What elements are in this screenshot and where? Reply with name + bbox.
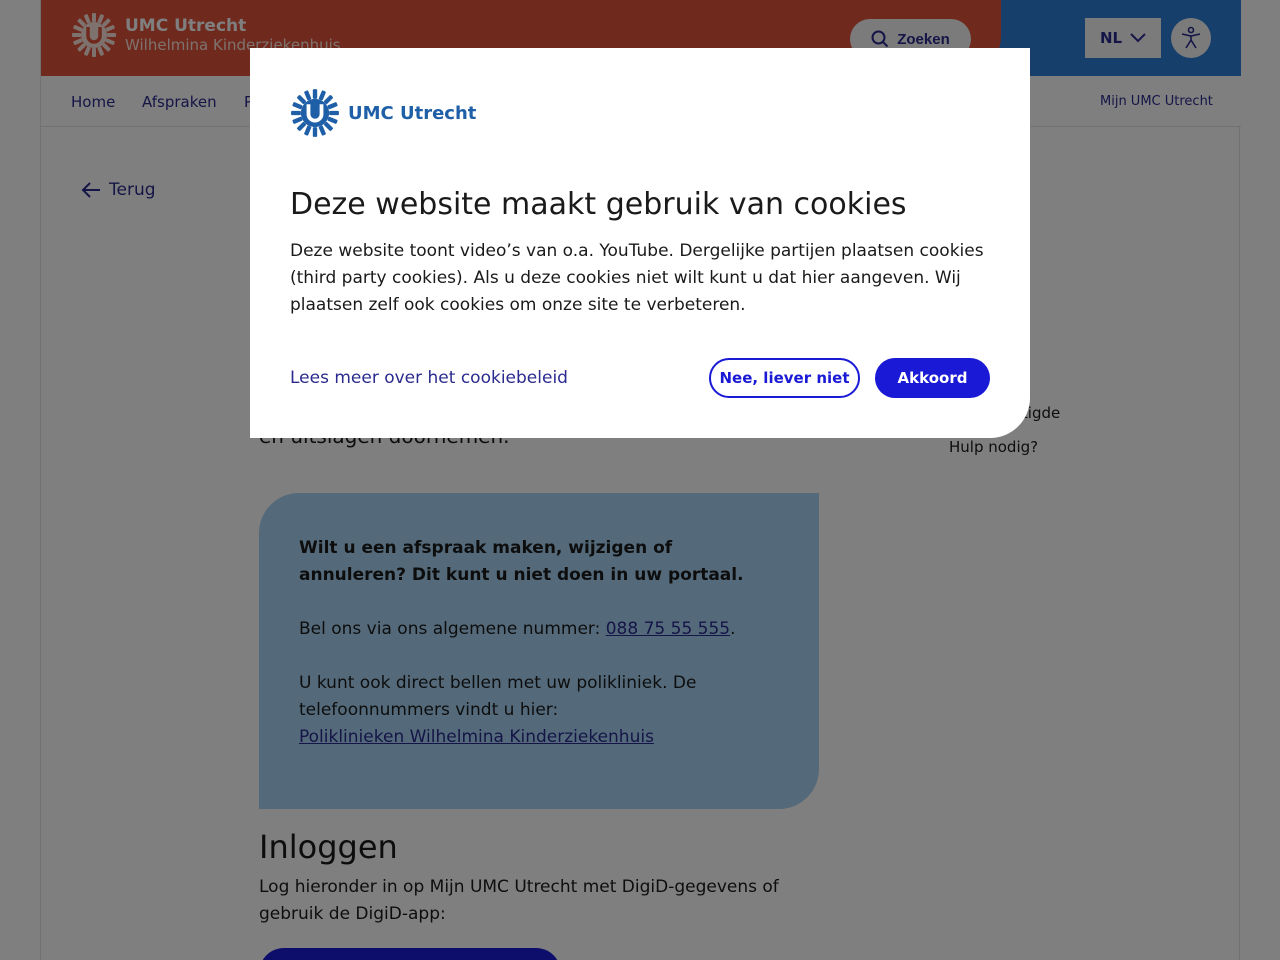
modal-text: Deze website toont video’s van o.a. YouT… bbox=[290, 241, 984, 315]
modal-brand: UMC Utrecht bbox=[348, 102, 477, 124]
decline-cookies-button[interactable]: Nee, liever niet bbox=[709, 358, 860, 398]
umc-sun-logo-icon bbox=[291, 89, 339, 137]
modal-logo: UMC Utrecht bbox=[290, 88, 990, 138]
accept-cookies-button[interactable]: Akkoord bbox=[875, 358, 990, 398]
modal-title: Deze website maakt gebruik van cookies bbox=[290, 187, 907, 222]
modal-actions: Lees meer over het cookiebeleid Nee, lie… bbox=[290, 358, 990, 398]
cookie-modal: UMC Utrecht Deze website maakt gebruik v… bbox=[250, 48, 1030, 438]
cookie-policy-link[interactable]: Lees meer over het cookiebeleid bbox=[290, 368, 568, 388]
